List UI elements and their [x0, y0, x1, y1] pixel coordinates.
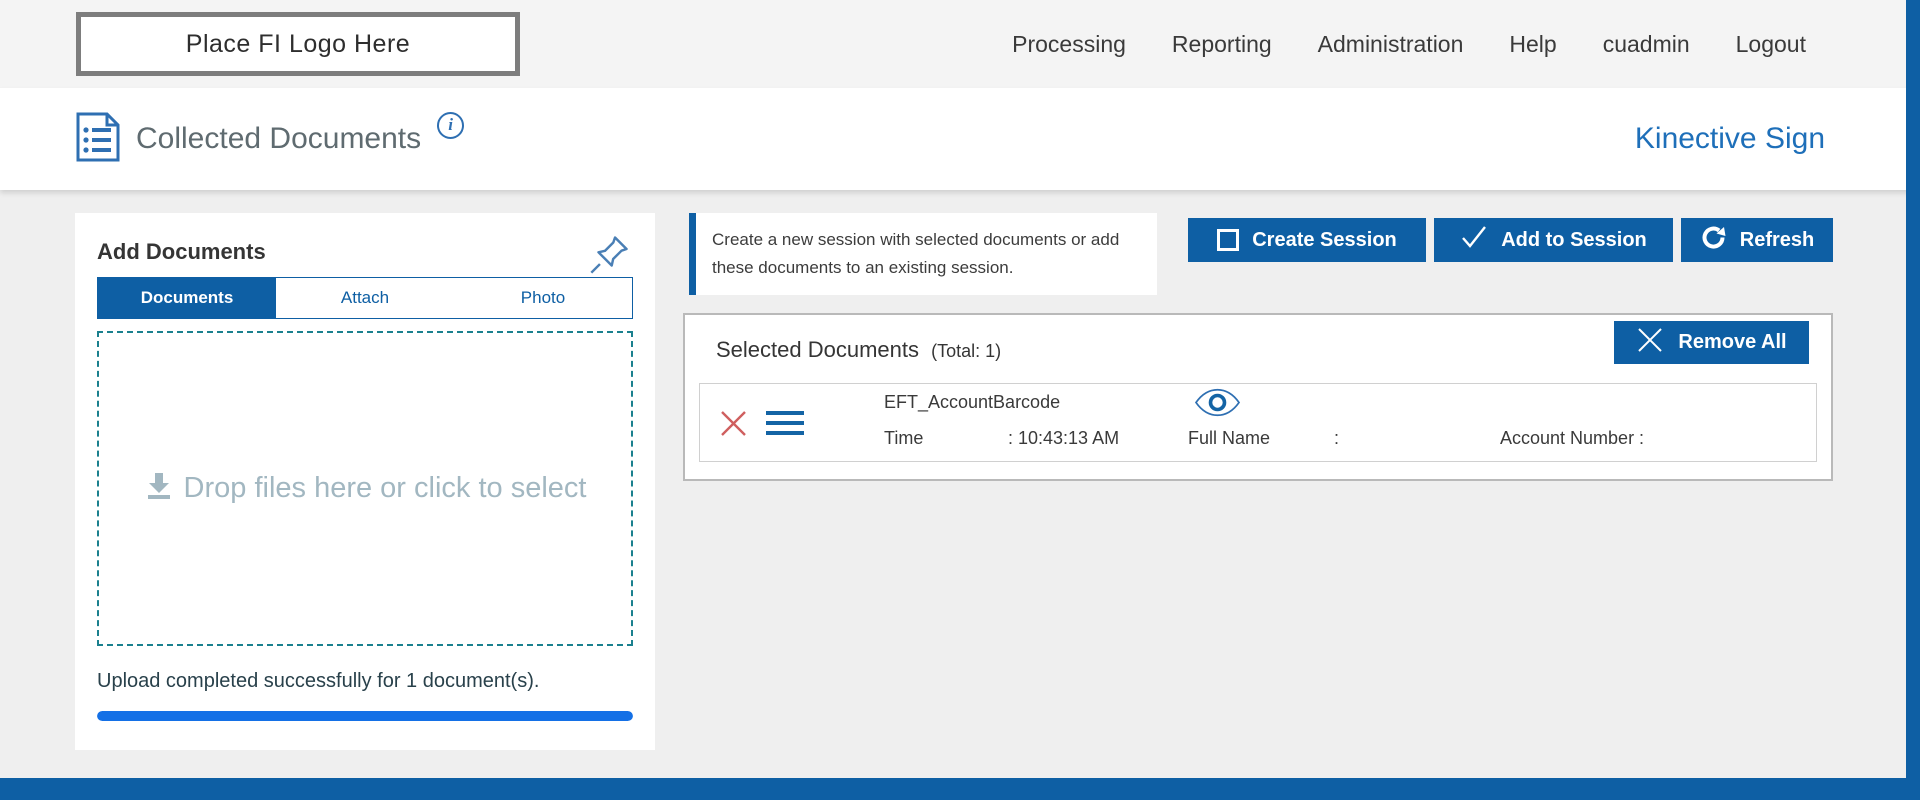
account-number-label: Account Number : — [1500, 428, 1644, 449]
fi-logo-text: Place FI Logo Here — [186, 30, 410, 59]
refresh-button[interactable]: Refresh — [1681, 218, 1833, 262]
nav-cuadmin[interactable]: cuadmin — [1603, 31, 1690, 58]
session-action-buttons: Create Session Add to Session Refresh — [1188, 218, 1833, 262]
nav-reporting[interactable]: Reporting — [1172, 31, 1272, 58]
tab-documents[interactable]: Documents — [98, 278, 276, 318]
add-to-session-button[interactable]: Add to Session — [1434, 218, 1673, 262]
top-navigation: Processing Reporting Administration Help… — [1012, 0, 1806, 88]
refresh-label: Refresh — [1740, 229, 1814, 252]
nav-help[interactable]: Help — [1509, 31, 1556, 58]
page-header: Collected Documents i Kinective Sign — [0, 88, 1920, 190]
bottom-bar — [0, 778, 1920, 800]
selected-documents-title-text: Selected Documents — [716, 337, 919, 362]
product-name: Kinective Sign — [1635, 122, 1825, 156]
add-to-session-label: Add to Session — [1501, 229, 1647, 252]
checkmark-icon — [1460, 224, 1488, 256]
dropzone-text: Drop files here or click to select — [184, 472, 587, 505]
remove-document-icon[interactable] — [718, 408, 749, 444]
add-documents-title: Add Documents — [97, 231, 266, 265]
session-info-text: Create a new session with selected docum… — [712, 230, 1119, 277]
create-session-button[interactable]: Create Session — [1188, 218, 1426, 262]
full-name-label: Full Name — [1188, 428, 1270, 449]
pin-icon[interactable] — [587, 231, 633, 282]
selected-documents-title: Selected Documents (Total: 1) — [716, 337, 1001, 363]
info-icon[interactable]: i — [437, 112, 464, 139]
download-icon — [144, 470, 174, 508]
upload-progress-bar — [97, 711, 633, 721]
tab-photo[interactable]: Photo — [454, 278, 632, 318]
tab-attach[interactable]: Attach — [276, 278, 454, 318]
upload-status-text: Upload completed successfully for 1 docu… — [97, 670, 633, 693]
session-info-message: Create a new session with selected docum… — [689, 213, 1157, 295]
remove-all-x-icon — [1636, 326, 1664, 360]
page-title: Collected Documents — [136, 122, 421, 156]
upload-progress-fill — [97, 711, 633, 721]
preview-eye-icon[interactable] — [1194, 388, 1241, 422]
selected-documents-total: (Total: 1) — [931, 341, 1001, 361]
fi-logo-placeholder: Place FI Logo Here — [76, 12, 520, 76]
nav-logout[interactable]: Logout — [1736, 31, 1806, 58]
refresh-icon — [1700, 224, 1727, 257]
document-row: EFT_AccountBarcode Time : 10:43:13 AM Fu… — [699, 383, 1817, 462]
file-dropzone[interactable]: Drop files here or click to select — [97, 331, 633, 646]
create-session-icon — [1217, 229, 1239, 251]
nav-processing[interactable]: Processing — [1012, 31, 1126, 58]
topbar: Place FI Logo Here Processing Reporting … — [0, 0, 1920, 88]
drag-handle-icon[interactable] — [766, 410, 804, 442]
remove-all-button[interactable]: Remove All — [1614, 321, 1809, 364]
add-documents-panel: Add Documents Documents Attach Photo Dro… — [75, 213, 655, 750]
nav-administration[interactable]: Administration — [1318, 31, 1464, 58]
time-label: Time — [884, 428, 923, 449]
time-value: : 10:43:13 AM — [1008, 428, 1119, 449]
collected-documents-icon — [76, 112, 120, 167]
create-session-label: Create Session — [1252, 229, 1397, 252]
selected-documents-panel: Selected Documents (Total: 1) Remove All — [683, 313, 1833, 481]
add-documents-header: Add Documents — [97, 231, 633, 277]
remove-all-label: Remove All — [1678, 331, 1786, 354]
right-edge-accent — [1906, 0, 1920, 778]
full-name-value: : — [1334, 428, 1339, 449]
document-name: EFT_AccountBarcode — [884, 392, 1060, 413]
add-documents-tabs: Documents Attach Photo — [97, 277, 633, 319]
